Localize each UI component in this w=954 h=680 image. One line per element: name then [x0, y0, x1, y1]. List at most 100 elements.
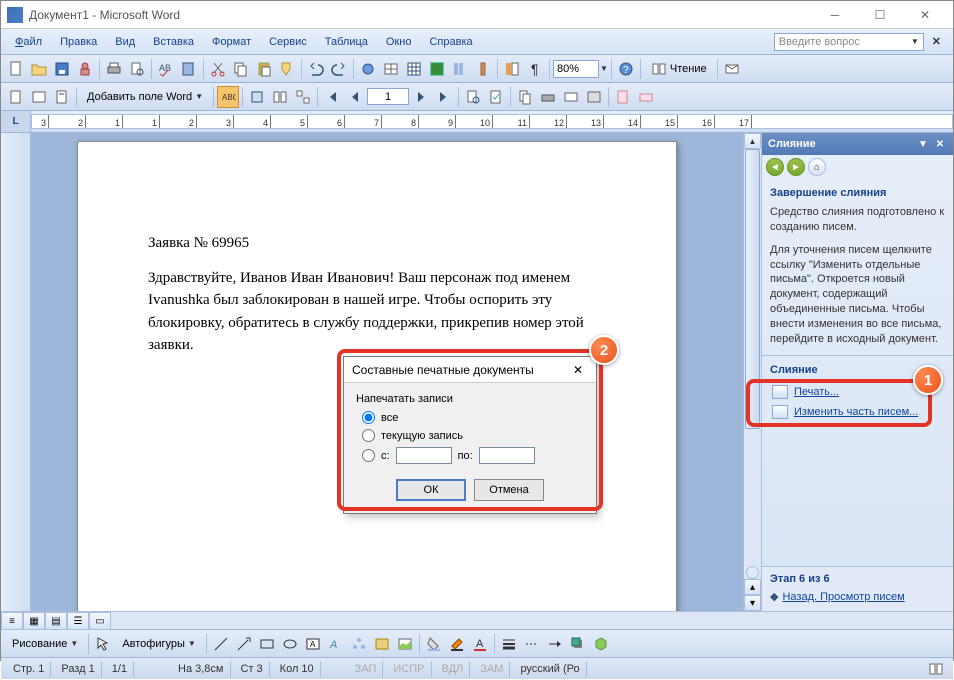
menu-table[interactable]: Таблица	[317, 33, 376, 51]
vertical-ruler[interactable]	[1, 133, 31, 611]
dash-style-button[interactable]	[521, 633, 543, 655]
redo-button[interactable]	[328, 58, 350, 80]
dialog-close-button[interactable]: ✕	[568, 361, 588, 379]
save-button[interactable]	[51, 58, 73, 80]
merge-edit-link[interactable]: Изменить часть писем...	[770, 402, 945, 422]
radio-all[interactable]	[362, 411, 375, 424]
add-word-field-button[interactable]: Добавить поле Word▼	[80, 86, 210, 108]
fill-color-button[interactable]	[423, 633, 445, 655]
wordart-button[interactable]: A	[325, 633, 347, 655]
status-trk[interactable]: ИСПР	[387, 661, 431, 677]
ok-button[interactable]: ОК	[396, 479, 466, 501]
print-view-button[interactable]: ▤	[45, 612, 67, 630]
menu-insert[interactable]: Вставка	[145, 33, 202, 51]
diagram-button[interactable]	[348, 633, 370, 655]
research-button[interactable]	[178, 58, 200, 80]
next-page-button[interactable]: ▾	[744, 595, 761, 611]
outline-view-button[interactable]: ☰	[67, 612, 89, 630]
format-painter-button[interactable]	[276, 58, 298, 80]
print-button[interactable]	[103, 58, 125, 80]
cut-button[interactable]	[207, 58, 229, 80]
zoom-dropdown-icon[interactable]: ▼	[600, 64, 608, 73]
new-doc-button[interactable]	[5, 58, 27, 80]
textbox-button[interactable]: A	[302, 633, 324, 655]
merge-printer-button[interactable]	[537, 86, 559, 108]
next-record-button[interactable]	[410, 86, 432, 108]
copy-button[interactable]	[230, 58, 252, 80]
columns-button[interactable]	[449, 58, 471, 80]
menu-edit[interactable]: Правка	[52, 33, 105, 51]
menu-format[interactable]: Формат	[204, 33, 259, 51]
shadow-button[interactable]	[567, 633, 589, 655]
horizontal-ruler[interactable]: 321 123 456 789 101112 131415 1617	[31, 114, 953, 129]
merge-print-link[interactable]: Печать...	[770, 382, 945, 402]
line-style-button[interactable]	[498, 633, 520, 655]
hyperlink-button[interactable]	[357, 58, 379, 80]
range-from-input[interactable]	[396, 447, 452, 464]
cancel-button[interactable]: Отмена	[474, 479, 544, 501]
menu-view[interactable]: Вид	[107, 33, 143, 51]
paste-button[interactable]	[253, 58, 275, 80]
drawing-button[interactable]	[472, 58, 494, 80]
drawing-menu-button[interactable]: Рисование▼	[5, 633, 85, 655]
menu-window[interactable]: Окно	[378, 33, 420, 51]
dialog-titlebar[interactable]: Составные печатные документы ✕	[344, 357, 596, 383]
line-color-button[interactable]	[446, 633, 468, 655]
clipart-button[interactable]	[371, 633, 393, 655]
ask-question-input[interactable]: Введите вопрос ▼	[774, 33, 924, 51]
read-mode-button[interactable]: Чтение	[644, 58, 714, 80]
scroll-up-button[interactable]: ▲	[744, 133, 761, 149]
help-button[interactable]: ?	[615, 58, 637, 80]
insert-table-button[interactable]	[403, 58, 425, 80]
open-button[interactable]	[28, 58, 50, 80]
permissions-button[interactable]	[74, 58, 96, 80]
status-ovr[interactable]: ЗАМ	[474, 661, 510, 677]
scroll-thumb[interactable]	[745, 149, 760, 429]
minimize-button[interactable]: ─	[813, 5, 857, 25]
taskpane-forward-button[interactable]: ►	[787, 158, 805, 176]
prev-record-button[interactable]	[344, 86, 366, 108]
spelling-button[interactable]: AB	[155, 58, 177, 80]
reading-view-button[interactable]: ▭	[89, 612, 111, 630]
picture-button[interactable]	[394, 633, 416, 655]
oval-button[interactable]	[279, 633, 301, 655]
vertical-scrollbar[interactable]: ▲ ▴ ▾	[743, 133, 761, 611]
radio-range[interactable]	[362, 449, 375, 462]
taskpane-home-button[interactable]: ⌂	[808, 158, 826, 176]
last-record-button[interactable]	[433, 86, 455, 108]
show-hide-button[interactable]: ¶	[524, 58, 546, 80]
status-ext[interactable]: ВДЛ	[436, 661, 471, 677]
maximize-button[interactable]: ☐	[858, 5, 902, 25]
autoshapes-button[interactable]: Автофигуры▼	[115, 633, 203, 655]
radio-current[interactable]	[362, 429, 375, 442]
ruler-corner[interactable]: L	[1, 111, 31, 132]
line-button[interactable]	[210, 633, 232, 655]
arrow-button[interactable]	[233, 633, 255, 655]
taskpane-dropdown-button[interactable]: ▼	[916, 137, 930, 151]
range-to-input[interactable]	[479, 447, 535, 464]
record-number-input[interactable]	[367, 88, 409, 105]
normal-view-button[interactable]: ≡	[1, 612, 23, 630]
open-datasource-button[interactable]	[28, 86, 50, 108]
menu-file[interactable]: Файлdocument.currentScript.previousEleme…	[7, 33, 50, 51]
tables-borders-button[interactable]	[380, 58, 402, 80]
envelope-button[interactable]	[721, 58, 743, 80]
undo-button[interactable]	[305, 58, 327, 80]
highlight-fields-button[interactable]	[246, 86, 268, 108]
check-errors-button[interactable]	[485, 86, 507, 108]
3d-button[interactable]	[590, 633, 612, 655]
select-objects-button[interactable]	[92, 633, 114, 655]
merge-back-link[interactable]: ◆ Назад. Просмотр писем	[770, 590, 945, 603]
radio-range-label[interactable]: с:	[381, 450, 390, 462]
envelopes-button[interactable]	[635, 86, 657, 108]
zoom-combo[interactable]: 80%	[553, 60, 599, 78]
main-doc-button[interactable]	[5, 86, 27, 108]
browse-object-button[interactable]	[746, 566, 759, 579]
menu-help[interactable]: Справка	[421, 33, 480, 51]
rectangle-button[interactable]	[256, 633, 278, 655]
radio-current-label[interactable]: текущую запись	[381, 430, 463, 442]
font-color-button[interactable]: A	[469, 633, 491, 655]
merge-fax-button[interactable]	[583, 86, 605, 108]
find-entry-button[interactable]	[462, 86, 484, 108]
match-fields-button[interactable]	[269, 86, 291, 108]
